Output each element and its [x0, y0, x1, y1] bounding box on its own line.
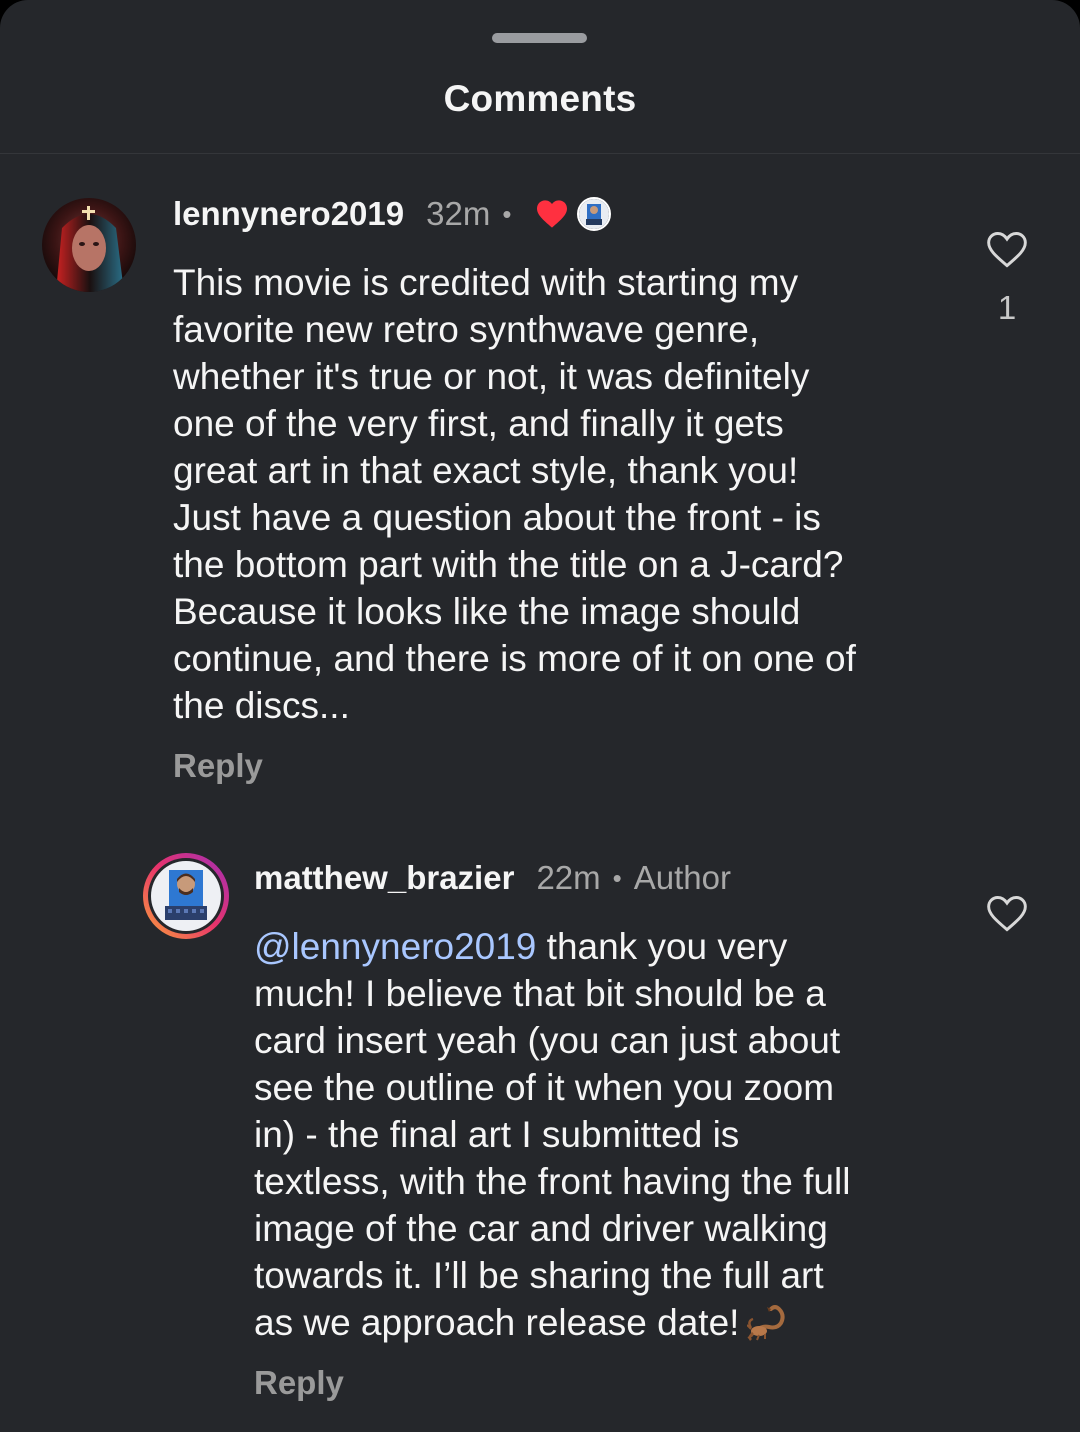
username[interactable]: lennynero2019 [173, 195, 404, 233]
scorpion-emoji-icon [746, 1303, 793, 1352]
avatar[interactable] [42, 198, 136, 292]
comments-sheet: Comments lennynero2019 32m • This movie … [0, 0, 1080, 1432]
comment-meta: lennynero2019 32m • [173, 193, 612, 235]
avatar[interactable] [142, 852, 230, 940]
author-badge: Author [633, 859, 731, 896]
separator-dot: • [502, 198, 512, 229]
like-heart-icon[interactable] [985, 228, 1029, 272]
like-heart-icon[interactable] [985, 892, 1029, 936]
comment-meta: matthew_brazier 22m • Author [254, 857, 731, 899]
sheet-title: Comments [443, 78, 637, 119]
drag-handle[interactable] [492, 33, 587, 43]
comment-text: This movie is credited with starting my … [173, 262, 856, 726]
reply-button[interactable]: Reply [254, 1364, 344, 1402]
author-liked-heart-icon [535, 199, 569, 229]
username[interactable]: matthew_brazier [254, 859, 514, 897]
timestamp: 32m [426, 195, 491, 232]
comment-body: thank you very much! I believe that bit … [254, 926, 851, 1343]
separator-dot: • [612, 862, 622, 893]
like-count: 1 [997, 289, 1017, 326]
mention-link[interactable]: @lennynero2019 [254, 926, 536, 967]
timestamp: 22m [536, 859, 601, 896]
author-mini-avatar [577, 197, 612, 231]
reply-button[interactable]: Reply [173, 747, 263, 785]
divider [0, 153, 1080, 154]
comment-text: @lennynero2019 thank you very much! I be… [254, 923, 1024, 1352]
